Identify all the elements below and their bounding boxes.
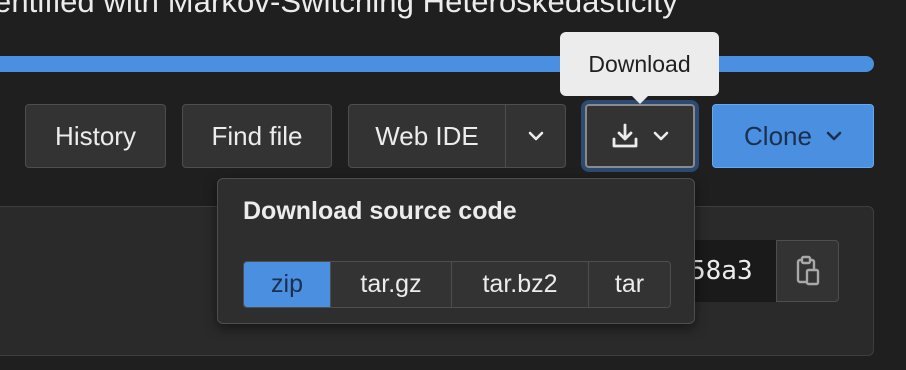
chevron-down-icon [826, 131, 842, 141]
web-ide-button[interactable]: Web IDE [349, 105, 506, 167]
tooltip-arrow [631, 95, 649, 104]
download-tooltip: Download [560, 32, 719, 96]
find-file-button[interactable]: Find file [182, 104, 332, 168]
download-dropdown: Download source code zip tar.gz tar.bz2 … [217, 178, 695, 324]
download-zip-button[interactable]: zip [244, 262, 331, 307]
download-button[interactable] [585, 104, 695, 168]
download-tar-bz2-button[interactable]: tar.bz2 [452, 262, 589, 307]
format-button-group: zip tar.gz tar.bz2 tar [243, 261, 671, 308]
chevron-down-icon [653, 131, 669, 141]
chevron-down-icon [528, 131, 544, 141]
web-ide-button-group: Web IDE [348, 104, 566, 168]
clipboard-icon [795, 255, 821, 287]
clone-button[interactable]: Clone [712, 104, 874, 168]
clone-label: Clone [744, 120, 812, 151]
download-tar-gz-button[interactable]: tar.gz [331, 262, 452, 307]
history-button[interactable]: History [25, 104, 166, 168]
copy-sha-button[interactable] [776, 240, 839, 302]
download-tar-button[interactable]: tar [589, 262, 670, 307]
progress-bar [0, 56, 874, 72]
dropdown-header: Download source code [243, 197, 517, 225]
download-icon [611, 123, 639, 149]
web-ide-dropdown-toggle[interactable] [506, 105, 565, 167]
page-title: entified with Markov-Switching Heteroske… [0, 0, 678, 19]
